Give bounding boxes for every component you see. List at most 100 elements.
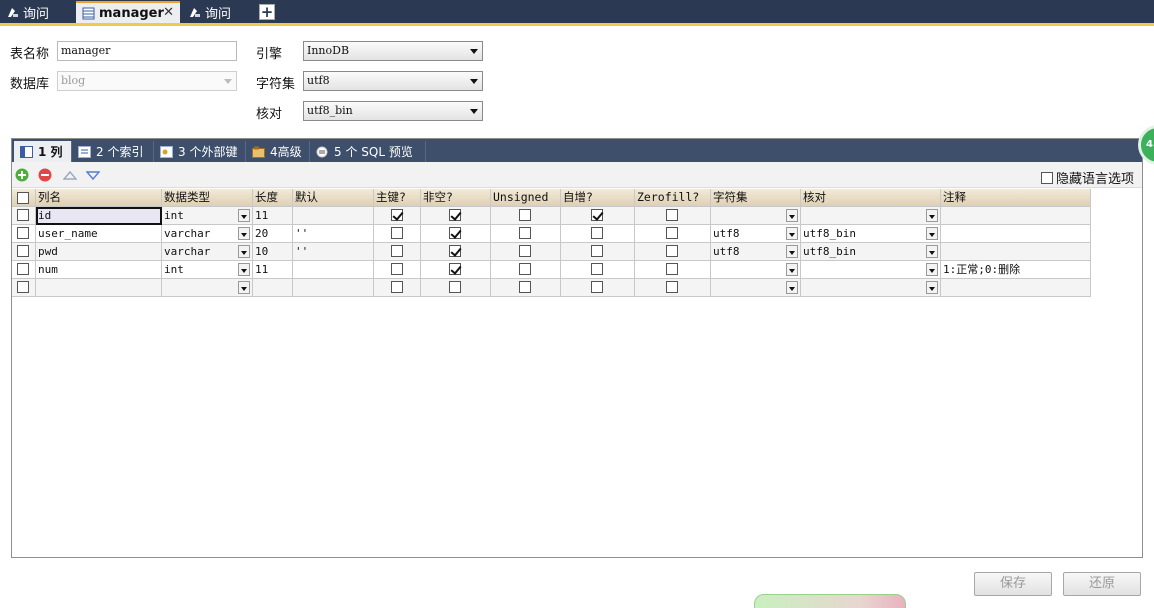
- chevron-down-icon[interactable]: [238, 227, 250, 240]
- cell-pk[interactable]: [374, 261, 421, 279]
- autoinc-checkbox[interactable]: [591, 245, 603, 257]
- autoinc-checkbox[interactable]: [591, 209, 603, 221]
- row-checkbox[interactable]: [17, 281, 29, 293]
- autoinc-checkbox[interactable]: [591, 281, 603, 293]
- add-tab-button[interactable]: +: [259, 4, 275, 20]
- chevron-down-icon[interactable]: [926, 227, 938, 240]
- cell-type[interactable]: varchar: [162, 243, 253, 261]
- cell-notnull[interactable]: [421, 279, 491, 297]
- column-header[interactable]: 主键?: [374, 189, 421, 207]
- unsigned-checkbox[interactable]: [519, 209, 531, 221]
- cell-charset[interactable]: utf8: [711, 225, 801, 243]
- pk-checkbox[interactable]: [391, 209, 403, 221]
- chevron-down-icon[interactable]: [786, 227, 798, 240]
- cell-type[interactable]: int: [162, 261, 253, 279]
- autoinc-checkbox[interactable]: [591, 263, 603, 275]
- select-all-checkbox[interactable]: [17, 192, 29, 204]
- table-row[interactable]: id int 11: [12, 207, 1091, 225]
- close-icon[interactable]: ✕: [163, 5, 174, 20]
- chevron-down-icon[interactable]: [786, 245, 798, 258]
- cell-unsigned[interactable]: [491, 261, 561, 279]
- cell-unsigned[interactable]: [491, 225, 561, 243]
- cell-notnull[interactable]: [421, 261, 491, 279]
- zerofill-checkbox[interactable]: [666, 281, 678, 293]
- cell-default[interactable]: '': [293, 243, 374, 261]
- cell-unsigned[interactable]: [491, 243, 561, 261]
- cell-default[interactable]: [293, 207, 374, 225]
- cell-unsigned[interactable]: [491, 279, 561, 297]
- autoinc-checkbox[interactable]: [591, 227, 603, 239]
- cell-length[interactable]: [253, 279, 293, 297]
- hide-language-options[interactable]: 隐藏语言选项: [1040, 168, 1134, 187]
- cell-notnull[interactable]: [421, 243, 491, 261]
- pk-checkbox[interactable]: [391, 281, 403, 293]
- collation-select[interactable]: utf8_bin: [303, 101, 483, 121]
- notnull-checkbox[interactable]: [449, 281, 461, 293]
- chevron-down-icon[interactable]: [926, 245, 938, 258]
- pk-checkbox[interactable]: [391, 263, 403, 275]
- charset-select[interactable]: utf8: [303, 71, 483, 91]
- tab-query-2[interactable]: 询问: [182, 1, 254, 23]
- cell-type[interactable]: varchar: [162, 225, 253, 243]
- chevron-down-icon[interactable]: [786, 209, 798, 222]
- cell-pk[interactable]: [374, 225, 421, 243]
- cell-name[interactable]: [36, 279, 162, 297]
- cell-type[interactable]: [162, 279, 253, 297]
- column-header[interactable]: 注释: [941, 189, 1091, 207]
- cell-collation[interactable]: [801, 261, 941, 279]
- hide-language-checkbox[interactable]: [1040, 171, 1053, 184]
- column-header[interactable]: 非空?: [421, 189, 491, 207]
- chevron-down-icon[interactable]: [238, 209, 250, 222]
- cell-zerofill[interactable]: [635, 225, 711, 243]
- notnull-checkbox[interactable]: [449, 263, 461, 275]
- cell-notnull[interactable]: [421, 207, 491, 225]
- tab-indexes[interactable]: 2 个索引: [72, 141, 154, 162]
- cell-notnull[interactable]: [421, 225, 491, 243]
- cell-comment[interactable]: 1:正常;0:删除: [941, 261, 1091, 279]
- cell-length[interactable]: 11: [253, 207, 293, 225]
- cell-default[interactable]: '': [293, 225, 374, 243]
- cell-charset[interactable]: [711, 279, 801, 297]
- cell-autoinc[interactable]: [561, 261, 635, 279]
- cell-autoinc[interactable]: [561, 243, 635, 261]
- chevron-down-icon[interactable]: [238, 245, 250, 258]
- cell-name[interactable]: pwd: [36, 243, 162, 261]
- row-checkbox[interactable]: [17, 263, 29, 275]
- unsigned-checkbox[interactable]: [519, 245, 531, 257]
- chevron-down-icon[interactable]: [926, 263, 938, 276]
- chevron-down-icon[interactable]: [786, 281, 798, 294]
- zerofill-checkbox[interactable]: [666, 227, 678, 239]
- cell-pk[interactable]: [374, 243, 421, 261]
- unsigned-checkbox[interactable]: [519, 281, 531, 293]
- column-header[interactable]: 字符集: [711, 189, 801, 207]
- cell-length[interactable]: 11: [253, 261, 293, 279]
- cell-default[interactable]: [293, 279, 374, 297]
- unsigned-checkbox[interactable]: [519, 263, 531, 275]
- tab-columns[interactable]: 1 列: [14, 141, 72, 162]
- cell-collation[interactable]: [801, 279, 941, 297]
- cell-comment[interactable]: [941, 243, 1091, 261]
- cell-zerofill[interactable]: [635, 279, 711, 297]
- notnull-checkbox[interactable]: [449, 245, 461, 257]
- table-row[interactable]: user_name varchar 20 '' utf8 utf8_bin: [12, 225, 1091, 243]
- cell-comment[interactable]: [941, 207, 1091, 225]
- chevron-down-icon[interactable]: [926, 281, 938, 294]
- cell-collation[interactable]: utf8_bin: [801, 225, 941, 243]
- row-checkbox[interactable]: [17, 209, 29, 221]
- save-button[interactable]: 保存: [974, 572, 1052, 596]
- row-checkbox[interactable]: [17, 227, 29, 239]
- column-header[interactable]: 核对: [801, 189, 941, 207]
- cell-name[interactable]: id: [36, 207, 162, 225]
- cell-length[interactable]: 10: [253, 243, 293, 261]
- delete-field-icon[interactable]: [38, 168, 52, 182]
- cell-zerofill[interactable]: [635, 243, 711, 261]
- chevron-down-icon[interactable]: [926, 209, 938, 222]
- pk-checkbox[interactable]: [391, 227, 403, 239]
- cell-charset[interactable]: [711, 207, 801, 225]
- table-row[interactable]: num int 11 1:正常;0:删除: [12, 261, 1091, 279]
- column-header[interactable]: 长度: [253, 189, 293, 207]
- tab-query-1[interactable]: 询问: [0, 1, 72, 23]
- table-row[interactable]: pwd varchar 10 '' utf8 utf8_bin: [12, 243, 1091, 261]
- pk-checkbox[interactable]: [391, 245, 403, 257]
- cell-autoinc[interactable]: [561, 225, 635, 243]
